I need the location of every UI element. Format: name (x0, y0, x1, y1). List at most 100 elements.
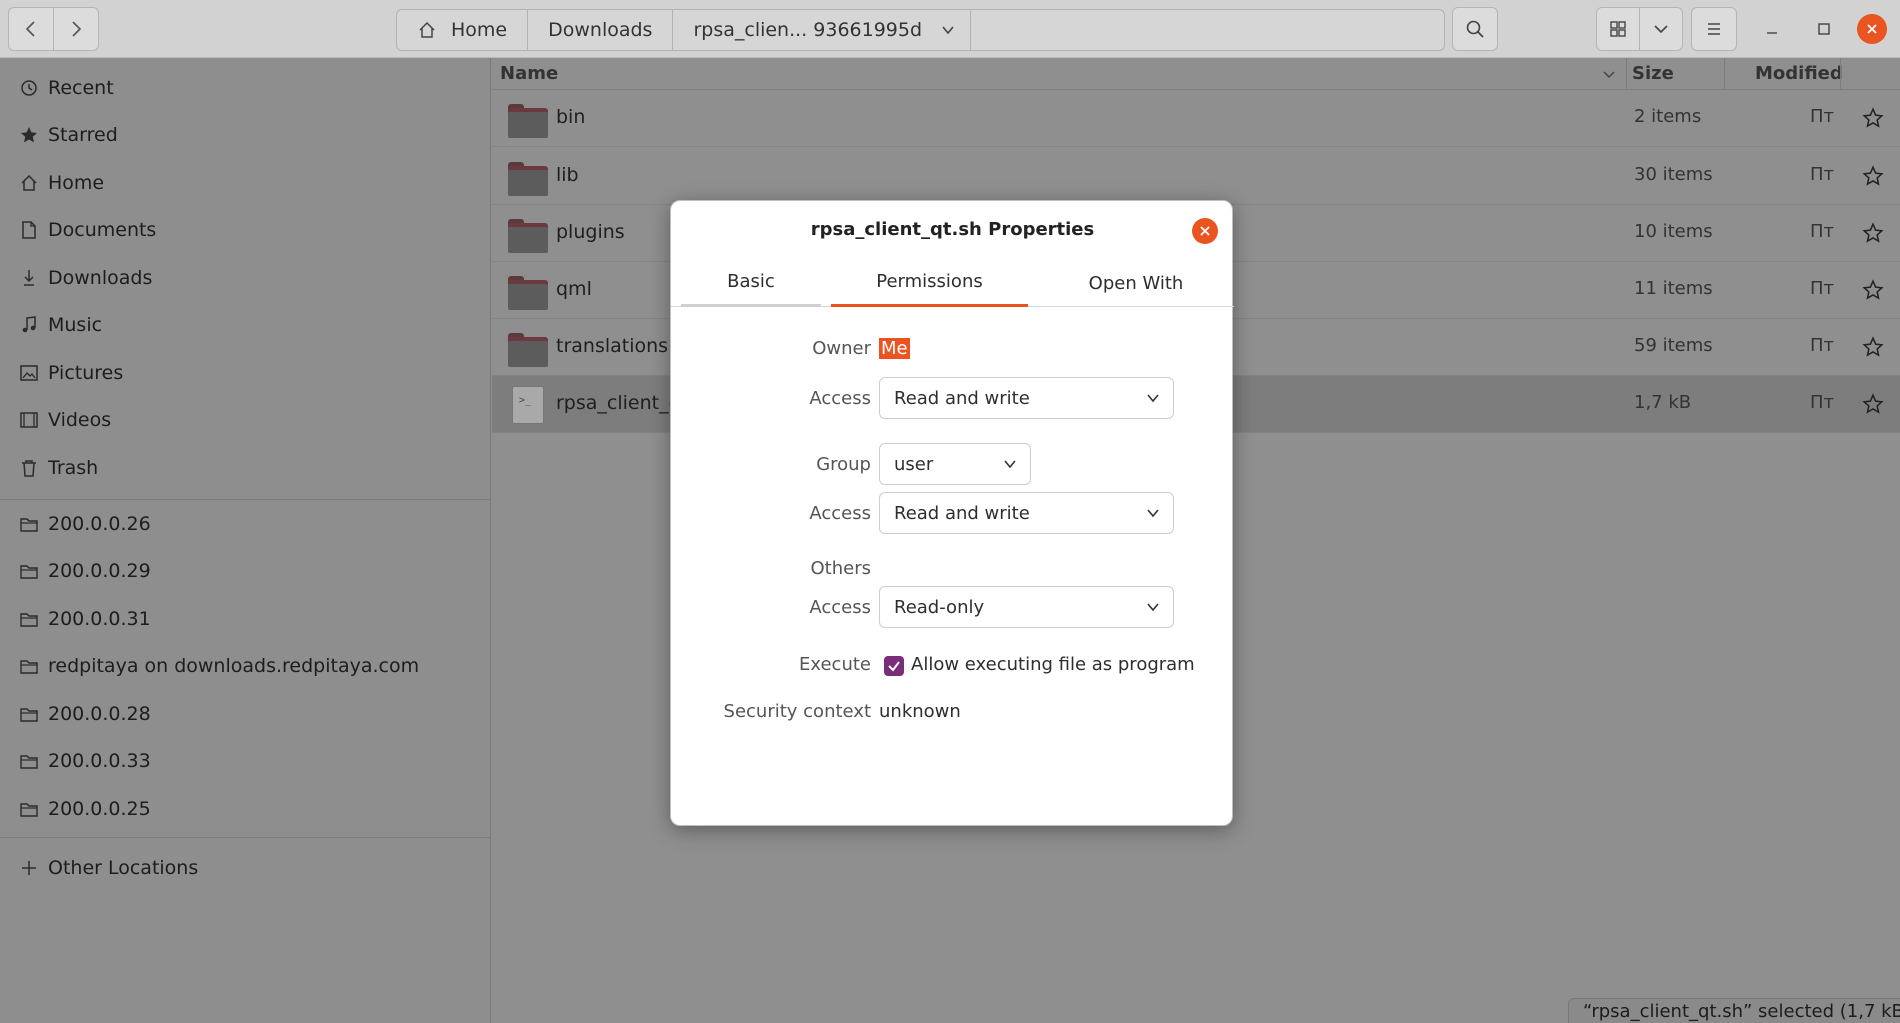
file-size: 2 items (1634, 106, 1702, 127)
sidebar-network-item[interactable]: 200.0.0.25 (0, 787, 490, 831)
file-size: 59 items (1634, 335, 1713, 356)
tab-permissions[interactable]: Permissions (831, 259, 1028, 307)
column-divider (1840, 58, 1841, 90)
column-divider (1626, 58, 1627, 90)
breadcrumb-label: Home (451, 19, 508, 41)
view-options-button[interactable] (1639, 7, 1683, 51)
group-access-label: Access (809, 503, 871, 524)
sidebar-item-label: Pictures (48, 362, 124, 384)
network-folder-icon (18, 608, 40, 630)
sidebar-item-music[interactable]: Music (0, 303, 490, 347)
owner-label: Owner (812, 338, 871, 359)
minimize-button[interactable] (1757, 14, 1787, 44)
window-close-button[interactable] (1857, 14, 1887, 44)
owner-access-dropdown[interactable]: Read and write (879, 377, 1174, 419)
properties-dialog: rpsa_client_qt.sh Properties Basic Permi… (670, 200, 1234, 826)
execute-label: Execute (799, 654, 871, 675)
security-context-value: unknown (879, 701, 961, 722)
sidebar-item-recent[interactable]: Recent (0, 66, 490, 110)
chevron-left-icon (25, 21, 35, 37)
tab-basic[interactable]: Basic (681, 259, 821, 307)
group-access-dropdown[interactable]: Read and write (879, 492, 1174, 534)
breadcrumb-label: Downloads (548, 19, 653, 41)
sidebar-network-item[interactable]: 200.0.0.28 (0, 692, 490, 736)
file-row[interactable]: lib 30 items Пт (492, 148, 1900, 205)
sidebar-item-home[interactable]: Home (0, 161, 490, 205)
sort-chevron-icon[interactable] (1599, 64, 1619, 84)
execute-checkbox[interactable] (884, 656, 904, 676)
chevron-down-icon (1147, 603, 1159, 612)
plus-icon (18, 857, 40, 879)
file-name: bin (556, 106, 586, 128)
checkmark-icon (888, 661, 900, 672)
forward-button[interactable] (53, 7, 99, 51)
star-outline-icon[interactable] (1862, 222, 1884, 244)
sidebar-item-label: Recent (48, 77, 114, 99)
sidebar-network-item[interactable]: redpitaya on downloads.redpitaya.com (0, 644, 490, 688)
file-name: plugins (556, 221, 625, 243)
network-folder-icon (18, 560, 40, 582)
main-menu-button[interactable] (1691, 7, 1737, 51)
sidebar-network-item[interactable]: 200.0.0.26 (0, 502, 490, 546)
star-outline-icon[interactable] (1862, 393, 1884, 415)
file-row[interactable]: bin 2 items Пт (492, 90, 1900, 147)
chevron-down-icon (1147, 509, 1159, 518)
file-modified: Пт (1810, 221, 1835, 242)
home-icon (18, 172, 40, 194)
sidebar-item-label: Videos (48, 409, 112, 431)
column-size-header[interactable]: Size (1632, 63, 1674, 84)
file-modified: Пт (1810, 106, 1835, 127)
sidebar-item-label: 200.0.0.25 (48, 798, 151, 820)
sidebar-item-label: 200.0.0.26 (48, 513, 151, 535)
sidebar-network-item[interactable]: 200.0.0.29 (0, 549, 490, 593)
folder-icon (508, 100, 548, 138)
execute-checkbox-label[interactable]: Allow executing file as program (911, 654, 1195, 675)
sidebar-item-other-locations[interactable]: Other Locations (0, 846, 490, 890)
sidebar-item-downloads[interactable]: Downloads (0, 256, 490, 300)
star-outline-icon[interactable] (1862, 165, 1884, 187)
others-access-dropdown[interactable]: Read-only (879, 586, 1174, 628)
file-name: rpsa_client_q (556, 392, 681, 414)
star-outline-icon[interactable] (1862, 336, 1884, 358)
folder-icon (508, 272, 548, 310)
sidebar-item-pictures[interactable]: Pictures (0, 351, 490, 395)
sidebar-item-starred[interactable]: Starred (0, 113, 490, 157)
dialog-close-button[interactable] (1192, 218, 1218, 244)
star-outline-icon[interactable] (1862, 107, 1884, 129)
network-folder-icon (18, 513, 40, 535)
sidebar-item-videos[interactable]: Videos (0, 398, 490, 442)
file-name: qml (556, 278, 592, 300)
grid-icon (1610, 21, 1626, 37)
search-button[interactable] (1452, 7, 1498, 51)
owner-value: Me (879, 338, 910, 359)
close-icon (1867, 24, 1877, 34)
sidebar-network-item[interactable]: 200.0.0.31 (0, 597, 490, 641)
sidebar-item-documents[interactable]: Documents (0, 208, 490, 252)
sidebar-item-label: Home (48, 172, 105, 194)
owner-access-value: Read and write (894, 387, 1030, 409)
group-dropdown[interactable]: user (879, 443, 1031, 485)
maximize-button[interactable] (1809, 14, 1839, 44)
document-icon (18, 219, 40, 241)
music-icon (18, 314, 40, 336)
file-size: 11 items (1634, 278, 1713, 299)
breadcrumb-current[interactable]: rpsa_clien... 93661995d (673, 10, 972, 50)
sidebar-item-label: 200.0.0.28 (48, 703, 151, 725)
sidebar-network-item[interactable]: 200.0.0.33 (0, 739, 490, 783)
file-name: lib (556, 164, 579, 186)
column-name-header[interactable]: Name (500, 63, 558, 84)
star-outline-icon[interactable] (1862, 279, 1884, 301)
others-label: Others (810, 558, 872, 579)
file-modified: Пт (1810, 392, 1835, 413)
trash-icon (18, 457, 40, 479)
file-size: 1,7 kB (1634, 392, 1692, 413)
breadcrumb-downloads[interactable]: Downloads (528, 10, 674, 50)
grid-view-button[interactable] (1596, 7, 1640, 51)
network-folder-icon (18, 703, 40, 725)
back-button[interactable] (8, 7, 54, 51)
tab-open-with[interactable]: Open With (1046, 259, 1226, 307)
breadcrumb-home[interactable]: Home (397, 10, 529, 50)
sidebar-item-label: Downloads (48, 267, 153, 289)
column-modified-header[interactable]: Modified (1755, 63, 1843, 84)
sidebar-item-trash[interactable]: Trash (0, 446, 490, 490)
